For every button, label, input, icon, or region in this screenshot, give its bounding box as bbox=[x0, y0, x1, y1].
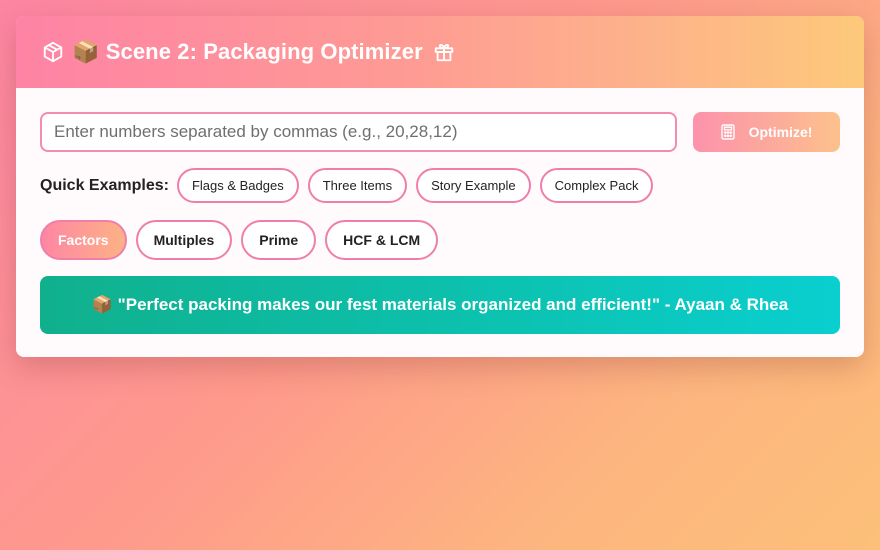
numbers-input-row bbox=[40, 112, 677, 152]
quick-examples-label: Quick Examples: bbox=[40, 176, 169, 194]
tab-multiples[interactable]: Multiples bbox=[135, 220, 233, 260]
page-title: 📦 Scene 2: Packaging Optimizer bbox=[72, 39, 423, 64]
numbers-input[interactable] bbox=[40, 112, 677, 152]
calculator-icon bbox=[720, 124, 735, 140]
example-chip-story-example[interactable]: Story Example bbox=[416, 168, 531, 203]
header-bar: 📦 Scene 2: Packaging Optimizer bbox=[16, 16, 864, 88]
example-chip-flags-badges[interactable]: Flags & Badges bbox=[176, 168, 299, 203]
tab-factors[interactable]: Factors bbox=[40, 220, 127, 260]
tab-prime[interactable]: Prime bbox=[241, 220, 317, 260]
quote-banner: 📦 "Perfect packing makes our fest materi… bbox=[40, 276, 840, 334]
quote-text: 📦 "Perfect packing makes our fest materi… bbox=[91, 295, 789, 314]
example-chip-complex-pack[interactable]: Complex Pack bbox=[539, 168, 654, 203]
optimize-button[interactable]: Optimize! bbox=[693, 112, 840, 152]
gift-icon bbox=[433, 41, 455, 63]
cube-icon bbox=[42, 41, 64, 63]
quick-examples-row: Quick Examples: Flags & Badges Three Ite… bbox=[40, 168, 662, 203]
mode-tabs: Factors Multiples Prime HCF & LCM bbox=[40, 220, 447, 260]
optimize-button-label: Optimize! bbox=[748, 124, 813, 140]
example-chip-three-items[interactable]: Three Items bbox=[307, 168, 408, 203]
tab-hcf-lcm[interactable]: HCF & LCM bbox=[325, 220, 439, 260]
packaging-optimizer-card: 📦 Scene 2: Packaging Optimizer Enter num… bbox=[16, 16, 864, 357]
